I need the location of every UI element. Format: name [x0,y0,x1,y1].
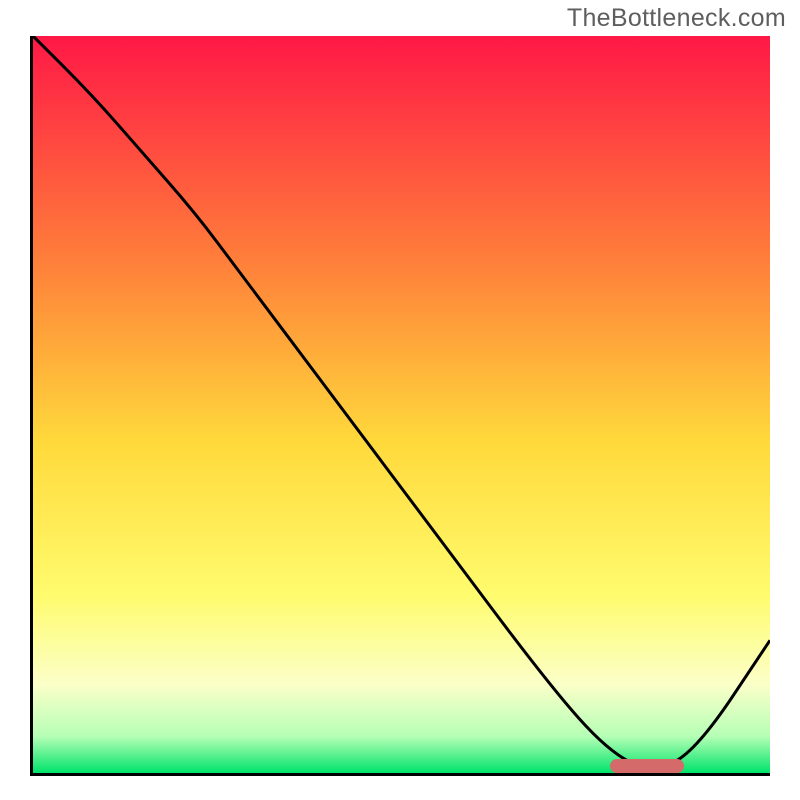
chart-wrapper: TheBottleneck.com [0,0,800,800]
chart-svg [33,36,770,773]
chart-background [33,36,770,773]
optimal-range-marker [610,759,684,773]
chart-plot-area [30,36,770,776]
watermark-text: TheBottleneck.com [567,4,786,33]
